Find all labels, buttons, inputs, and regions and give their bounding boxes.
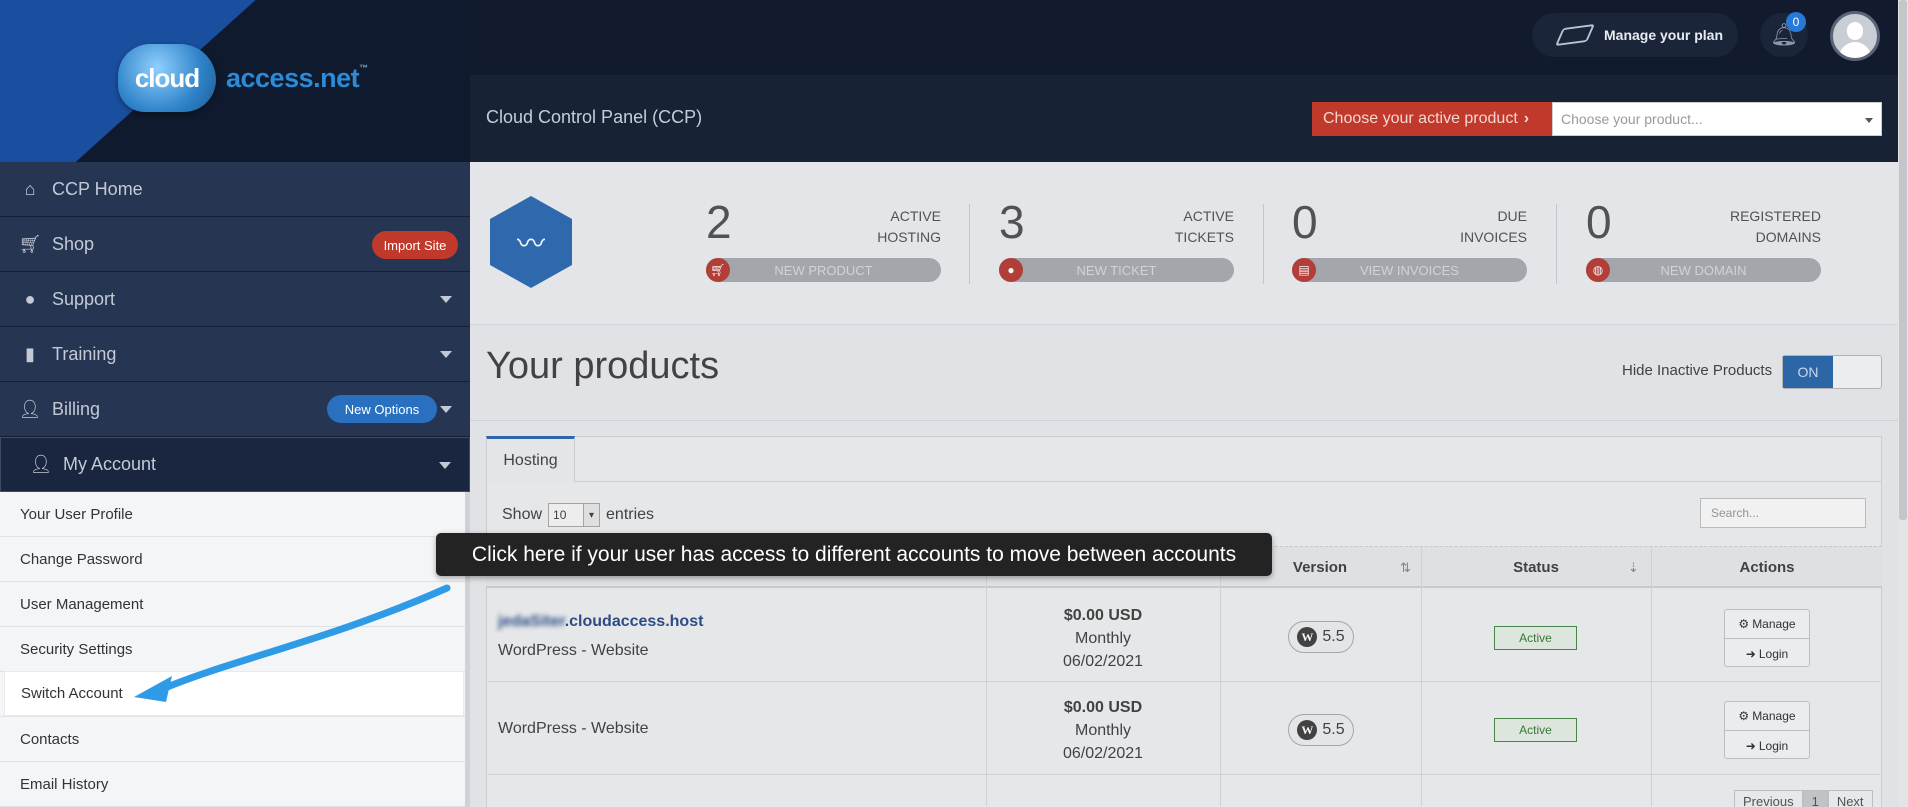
user-icon: 👤︎ xyxy=(29,454,53,474)
version-badge: W 5.5 xyxy=(1288,714,1354,746)
submenu-your-user-profile[interactable]: Your User Profile xyxy=(0,492,465,537)
gears-icon: ⚙ xyxy=(1738,617,1750,631)
product-type: WordPress - Website xyxy=(498,720,649,737)
plan-icon xyxy=(1555,23,1595,47)
wordpress-icon: W xyxy=(1297,720,1318,740)
products-heading: Your products xyxy=(486,345,720,387)
sidebar-item-my-account[interactable]: 👤︎ My Account xyxy=(0,437,470,492)
logo-area: cloud access.net™ xyxy=(0,0,470,162)
search-input[interactable]: Search... xyxy=(1700,498,1866,528)
status-badge: Active xyxy=(1494,626,1577,650)
sidebar-item-billing[interactable]: 👤︎ Billing New Options xyxy=(0,382,470,437)
sidebar-item-training[interactable]: ▮ Training xyxy=(0,327,470,382)
pagination: Previous 1 Next xyxy=(1734,790,1873,807)
manage-button[interactable]: ⚙ Manage xyxy=(1725,702,1809,731)
column-actions: Actions xyxy=(1739,558,1795,576)
user-icon: 👤︎ xyxy=(18,398,42,419)
view-invoices-button[interactable]: ▤ VIEW INVOICES xyxy=(1292,258,1527,282)
sort-desc-icon[interactable]: ⇣ xyxy=(1628,560,1639,576)
sign-in-icon: ➜ xyxy=(1745,646,1756,661)
notification-count-badge: 0 xyxy=(1786,12,1806,32)
sort-icon[interactable]: ⇅ xyxy=(1400,560,1411,576)
choose-product-button[interactable]: Choose your active product › xyxy=(1312,102,1552,136)
stat-active-tickets: 3 ACTIVE TICKETS ● NEW TICKET xyxy=(999,196,1239,286)
product-type: WordPress - Website xyxy=(498,642,649,659)
chat-icon: ● xyxy=(24,288,36,309)
next-page-button[interactable]: Next xyxy=(1827,790,1873,807)
sidebar-item-shop[interactable]: 🛒︎ Shop Import Site xyxy=(0,217,470,272)
scrollbar[interactable] xyxy=(1898,0,1908,807)
sidebar-item-label: My Account xyxy=(63,454,157,474)
row-actions: ⚙ Manage ➜ Login xyxy=(1724,609,1810,667)
stat-due-invoices: 0 DUE INVOICES ▤ VIEW INVOICES xyxy=(1292,196,1532,286)
hide-inactive-label: Hide Inactive Products xyxy=(1622,362,1773,379)
entries-length-control: Show 10 ▾ entries xyxy=(502,503,654,527)
row-actions: ⚙ Manage ➜ Login xyxy=(1724,701,1810,759)
avatar[interactable] xyxy=(1830,11,1880,61)
stat-registered-domains: 0 REGISTERED DOMAINS ◍ NEW DOMAIN xyxy=(1586,196,1826,286)
login-button[interactable]: ➜ Login xyxy=(1725,639,1809,668)
new-domain-button[interactable]: ◍ NEW DOMAIN xyxy=(1586,258,1821,282)
book-icon: ▮ xyxy=(25,343,35,364)
sidebar-item-label: Shop xyxy=(52,233,95,254)
chevron-down-icon xyxy=(440,406,452,413)
chat-icon: ● xyxy=(999,258,1023,282)
submenu-contacts[interactable]: Contacts xyxy=(0,717,465,762)
home-icon: ⌂ xyxy=(24,178,36,199)
new-options-badge[interactable]: New Options xyxy=(327,395,437,423)
new-product-button[interactable]: 🛒︎ NEW PRODUCT xyxy=(706,258,941,282)
chevron-down-icon: ▾ xyxy=(583,504,600,526)
chevron-down-icon xyxy=(1865,118,1873,123)
page-title: Cloud Control Panel (CCP) xyxy=(486,107,703,127)
chevron-down-icon xyxy=(440,351,452,358)
chevron-right-icon: › xyxy=(1523,110,1530,127)
sidebar-item-label: Support xyxy=(52,288,116,309)
previous-page-button[interactable]: Previous xyxy=(1734,790,1803,807)
cart-icon: 🛒︎ xyxy=(706,258,730,282)
status-badge: Active xyxy=(1494,718,1577,742)
submenu-email-history[interactable]: Email History xyxy=(0,762,465,807)
product-domain-link[interactable]: jedaSiter.cloudaccess.host xyxy=(498,613,703,631)
sidebar-item-support[interactable]: ● Support xyxy=(0,272,470,327)
submenu-change-password[interactable]: Change Password xyxy=(0,537,465,582)
tutorial-tooltip: Click here if your user has access to di… xyxy=(436,533,1272,576)
column-status[interactable]: Status xyxy=(1421,546,1651,588)
version-badge: W 5.5 xyxy=(1288,621,1354,653)
sidebar-item-label: Training xyxy=(52,343,117,364)
new-ticket-button[interactable]: ● NEW TICKET xyxy=(999,258,1234,282)
chevron-down-icon xyxy=(439,462,451,469)
submenu-security-settings[interactable]: Security Settings xyxy=(0,627,465,672)
cart-icon: 🛒︎ xyxy=(18,233,42,254)
submenu-user-management[interactable]: User Management xyxy=(0,582,465,627)
tab-hosting[interactable]: Hosting xyxy=(486,436,575,482)
import-site-badge[interactable]: Import Site xyxy=(372,231,458,259)
product-select[interactable]: Choose your product... xyxy=(1552,102,1882,136)
manage-plan-button[interactable]: Manage your plan xyxy=(1532,13,1738,57)
submenu-switch-account[interactable]: Switch Account xyxy=(4,671,464,716)
chevron-down-icon xyxy=(440,296,452,303)
manage-button[interactable]: ⚙ Manage xyxy=(1725,610,1809,639)
product-info: $0.00 USD Monthly 06/02/2021 xyxy=(1062,699,1144,762)
page-number[interactable]: 1 xyxy=(1802,790,1828,807)
sidebar-item-label: CCP Home xyxy=(52,178,143,199)
product-info: $0.00 USD Monthly 06/02/2021 xyxy=(1062,607,1144,670)
account-submenu: Your User Profile Change Password User M… xyxy=(0,492,465,807)
sidebar-item-label: Billing xyxy=(52,398,101,419)
login-button[interactable]: ➜ Login xyxy=(1725,731,1809,760)
wordpress-icon: W xyxy=(1297,627,1318,647)
stat-active-hosting: 2 ACTIVE HOSTING 🛒︎ NEW PRODUCT xyxy=(706,196,946,286)
hide-inactive-toggle[interactable]: ON xyxy=(1782,355,1882,389)
globe-icon: ◍ xyxy=(1586,258,1610,282)
cloudaccess-logo[interactable]: cloud access.net™ xyxy=(118,44,368,112)
sign-in-icon: ➜ xyxy=(1745,738,1756,753)
invoice-icon: ▤ xyxy=(1292,258,1316,282)
sidebar-item-ccp-home[interactable]: ⌂ CCP Home xyxy=(0,162,470,217)
gears-icon: ⚙ xyxy=(1738,709,1750,723)
entries-select[interactable]: 10 ▾ xyxy=(548,503,601,527)
